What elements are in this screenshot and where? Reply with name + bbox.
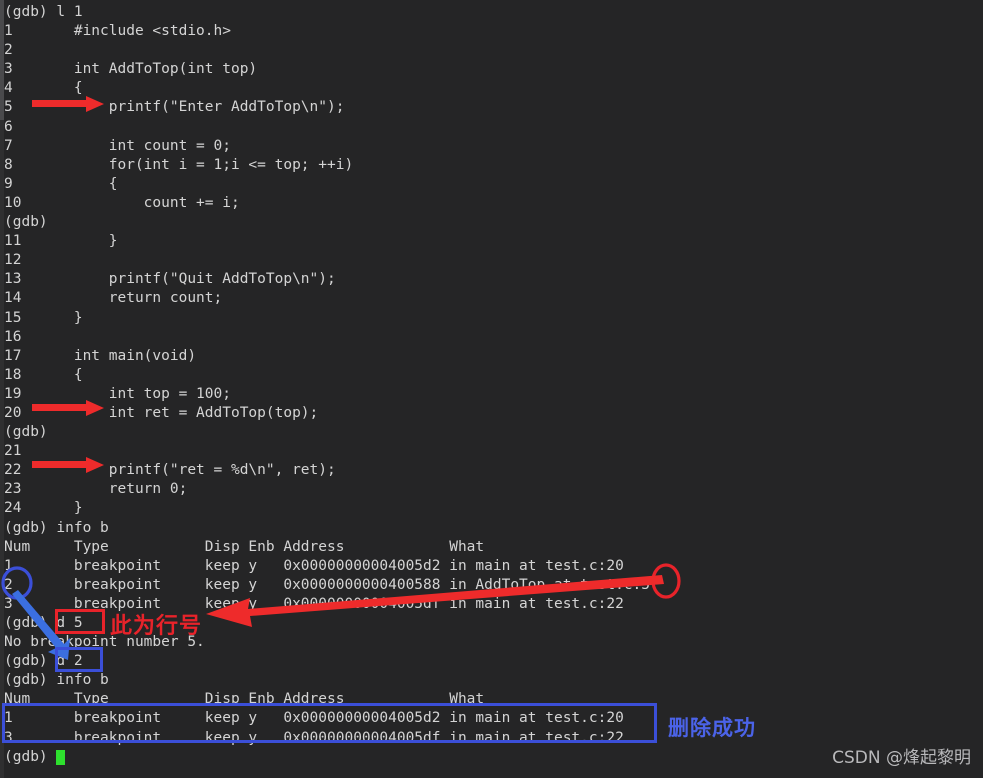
terminal-line: (gdb) info b <box>4 672 109 689</box>
terminal-line: 8 for(int i = 1;i <= top; ++i) <box>4 156 354 173</box>
terminal-line: 11 } <box>4 233 118 250</box>
terminal-line: 18 { <box>4 366 83 383</box>
terminal-line: 10 count += i; <box>4 194 240 211</box>
terminal-line: 23 return 0; <box>4 481 188 498</box>
terminal-line: 6 <box>4 118 13 135</box>
terminal-line: 1 #include <stdio.h> <box>4 23 231 40</box>
highlight-box-delete-5 <box>55 609 105 634</box>
terminal-line: 4 { <box>4 80 83 97</box>
terminal-line: 2 <box>4 42 13 59</box>
terminal-line: 13 printf("Quit AddToTop\n"); <box>4 271 336 288</box>
csdn-watermark: CSDN @烽起黎明 <box>832 748 971 768</box>
terminal-line: 16 <box>4 328 22 345</box>
terminal-line: 21 <box>4 443 22 460</box>
terminal-line: 5 printf("Enter AddToTop\n"); <box>4 99 345 116</box>
highlight-box-remaining-breakpoints <box>2 703 657 743</box>
terminal-line: 15 } <box>4 309 83 326</box>
gdb-terminal-window: (gdb) l 1 1 #include <stdio.h> 2 3 int AddT… <box>0 0 983 778</box>
terminal-line: 22 printf("ret = %d\n", ret); <box>4 462 336 479</box>
terminal-output[interactable]: (gdb) l 1 1 #include <stdio.h> 2 3 int AddT… <box>4 0 983 778</box>
terminal-line: 20 int ret = AddToTop(top); <box>4 404 319 421</box>
annotation-line-number-note: 此为行号 <box>110 614 203 639</box>
terminal-line: (gdb) <box>4 214 48 231</box>
terminal-line: Num Type Disp Enb Address What <box>4 538 485 555</box>
terminal-line: 17 int main(void) <box>4 347 197 364</box>
terminal-line: 12 <box>4 252 22 269</box>
terminal-line: 9 { <box>4 175 118 192</box>
terminal-line: 7 int count = 0; <box>4 137 231 154</box>
terminal-line: 1 breakpoint keep y 0x00000000004005d2 i… <box>4 557 624 574</box>
terminal-line: (gdb) d 2 <box>4 653 83 670</box>
annotation-delete-success: 删除成功 <box>668 716 756 740</box>
terminal-line: (gdb) <box>4 424 48 441</box>
highlight-box-delete-2 <box>55 647 103 672</box>
terminal-line: 14 return count; <box>4 290 223 307</box>
terminal-line: 3 int AddToTop(int top) <box>4 61 258 78</box>
terminal-line: 19 int top = 100; <box>4 385 231 402</box>
terminal-cursor <box>56 749 65 765</box>
terminal-line: (gdb) l 1 <box>4 4 83 20</box>
terminal-line: 24 } <box>4 500 83 517</box>
terminal-line: (gdb) info b <box>4 519 109 536</box>
terminal-line: 2 breakpoint keep y 0x0000000000400588 i… <box>4 576 651 593</box>
